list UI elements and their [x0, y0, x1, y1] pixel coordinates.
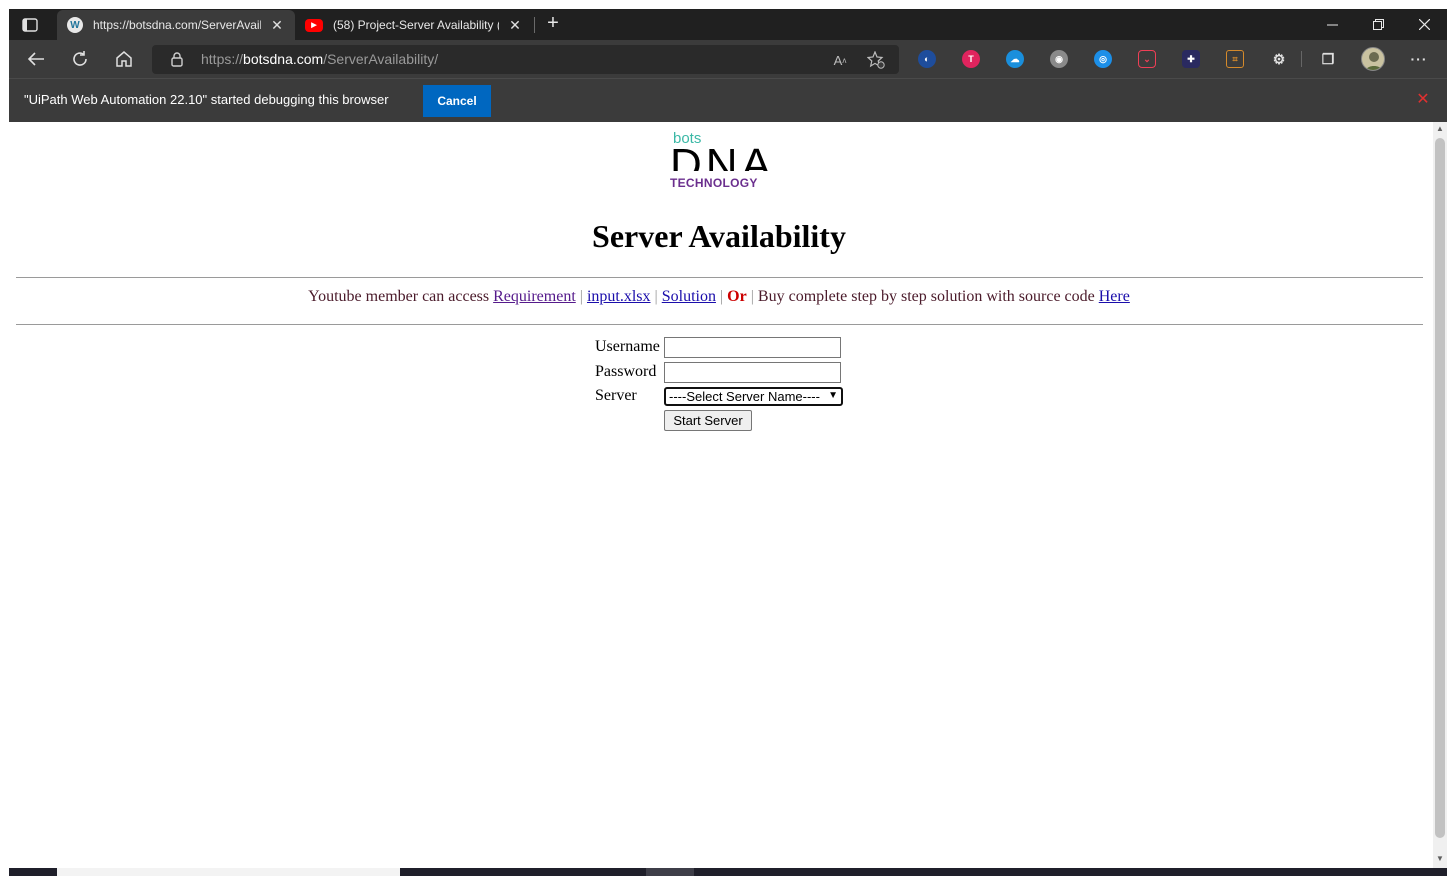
close-icon [1418, 19, 1430, 30]
url-host: botsdna.com [243, 51, 324, 67]
minimize-button[interactable] [1309, 9, 1355, 40]
youtube-icon: ▶ [305, 18, 323, 32]
server-select[interactable]: ----Select Server Name---- ▼ [664, 387, 843, 406]
refresh-button[interactable] [66, 46, 94, 72]
access-links-line: Youtube member can access Requirement | … [9, 288, 1429, 306]
vertical-scrollbar[interactable]: ▲ ▼ [1433, 122, 1447, 868]
close-window-button[interactable] [1401, 9, 1447, 40]
browser-toolbar: https://botsdna.com/ServerAvailability/ … [9, 40, 1447, 78]
close-icon[interactable]: ✕ [1415, 92, 1431, 108]
scroll-thumb[interactable] [1435, 138, 1445, 838]
chevron-down-icon: ▼ [828, 390, 838, 401]
input-xlsx-link[interactable]: input.xlsx [587, 288, 651, 305]
password-label: Password [595, 363, 657, 380]
extension-8-icon[interactable]: ⌗ [1226, 50, 1244, 68]
tab-botsdna[interactable]: W https://botsdna.com/ServerAvail ✕ [57, 10, 295, 40]
home-icon [116, 51, 132, 67]
horizontal-rule [16, 277, 1423, 278]
more-menu-icon[interactable]: ··· [1410, 50, 1428, 68]
close-icon[interactable]: ✕ [507, 17, 523, 33]
password-input[interactable] [664, 362, 841, 383]
separator: | [719, 288, 724, 305]
page-title: Server Availability [592, 218, 846, 254]
scroll-up-icon[interactable]: ▲ [1436, 124, 1444, 133]
logo-dna-text: DNA [670, 143, 775, 171]
web-page: bots DNA TECHNOLOGY Server Availability … [9, 122, 1433, 868]
url-path: /ServerAvailability/ [323, 51, 439, 67]
tab-separator [534, 17, 535, 33]
address-bar[interactable]: https://botsdna.com/ServerAvailability/ … [152, 45, 899, 74]
taskbar-search[interactable] [57, 868, 400, 876]
restore-icon [1372, 19, 1384, 30]
taskbar-app[interactable] [646, 868, 694, 876]
here-link[interactable]: Here [1099, 288, 1130, 305]
username-label: Username [595, 338, 660, 355]
extension-5-icon[interactable]: ◎ [1094, 50, 1112, 68]
extension-4-icon[interactable]: ◉ [1050, 50, 1068, 68]
extension-2-icon[interactable]: T [962, 50, 980, 68]
browser-window: W https://botsdna.com/ServerAvail ✕ ▶ (5… [9, 9, 1447, 868]
botsdna-logo: bots DNA TECHNOLOGY [665, 128, 775, 196]
os-taskbar [9, 868, 1447, 876]
tab-strip: W https://botsdna.com/ServerAvail ✕ ▶ (5… [9, 9, 1447, 40]
intro-text: Youtube member can access [308, 288, 494, 305]
url-text: https://botsdna.com/ServerAvailability/ [201, 51, 438, 67]
extension-1-icon[interactable]: ◐ [918, 50, 936, 68]
refresh-icon [73, 51, 87, 66]
tab-actions-icon [22, 18, 38, 32]
favorite-star-icon[interactable] [866, 50, 886, 70]
tab-youtube[interactable]: ▶ (58) Project-Server Availability (C ✕ [295, 10, 533, 40]
url-scheme: https:// [201, 51, 244, 67]
minimize-icon [1326, 24, 1338, 26]
server-label: Server [595, 387, 637, 404]
debug-infobar: "UiPath Web Automation 22.10" started de… [9, 78, 1447, 122]
start-server-button[interactable]: Start Server [664, 410, 752, 431]
cancel-button[interactable]: Cancel [423, 85, 491, 117]
back-arrow-icon [27, 52, 44, 66]
separator: | [579, 288, 583, 305]
or-text: Or [727, 288, 747, 305]
solution-link[interactable]: Solution [662, 288, 716, 305]
buy-text: Buy complete step by step solution with … [757, 288, 1099, 305]
close-icon[interactable]: ✕ [269, 17, 285, 33]
separator: | [750, 288, 754, 305]
back-button[interactable] [22, 46, 50, 72]
tab-actions-button[interactable] [19, 15, 41, 35]
avatar-icon [1365, 52, 1383, 70]
wordpress-icon: W [67, 17, 83, 33]
horizontal-rule [16, 324, 1423, 325]
star-plus-icon [867, 51, 885, 69]
collections-icon[interactable]: ❐ [1319, 50, 1337, 68]
extension-3-icon[interactable]: ☁ [1006, 50, 1024, 68]
new-tab-button[interactable]: + [542, 13, 564, 35]
lock-icon [171, 52, 183, 67]
read-aloud-icon[interactable]: Aʌ [830, 50, 850, 70]
scroll-down-icon[interactable]: ▼ [1436, 854, 1444, 863]
pocket-icon[interactable]: ⌄ [1138, 50, 1156, 68]
requirement-link[interactable]: Requirement [493, 288, 576, 305]
logo-technology-text: TECHNOLOGY [670, 176, 758, 190]
extension-7-icon[interactable]: ✚ [1182, 50, 1200, 68]
restore-button[interactable] [1355, 9, 1401, 40]
tab-title: https://botsdna.com/ServerAvail [93, 18, 261, 32]
separator: | [654, 288, 658, 305]
toolbar-divider [1301, 51, 1302, 67]
home-button[interactable] [110, 46, 138, 72]
infobar-message: "UiPath Web Automation 22.10" started de… [24, 92, 389, 107]
username-input[interactable] [664, 337, 841, 358]
profile-avatar[interactable] [1361, 47, 1385, 71]
puzzle-icon[interactable]: ⚙ [1270, 50, 1288, 68]
screen-edge [0, 0, 9, 876]
server-select-value: ----Select Server Name---- [669, 389, 820, 404]
tab-title: (58) Project-Server Availability (C [333, 18, 499, 32]
